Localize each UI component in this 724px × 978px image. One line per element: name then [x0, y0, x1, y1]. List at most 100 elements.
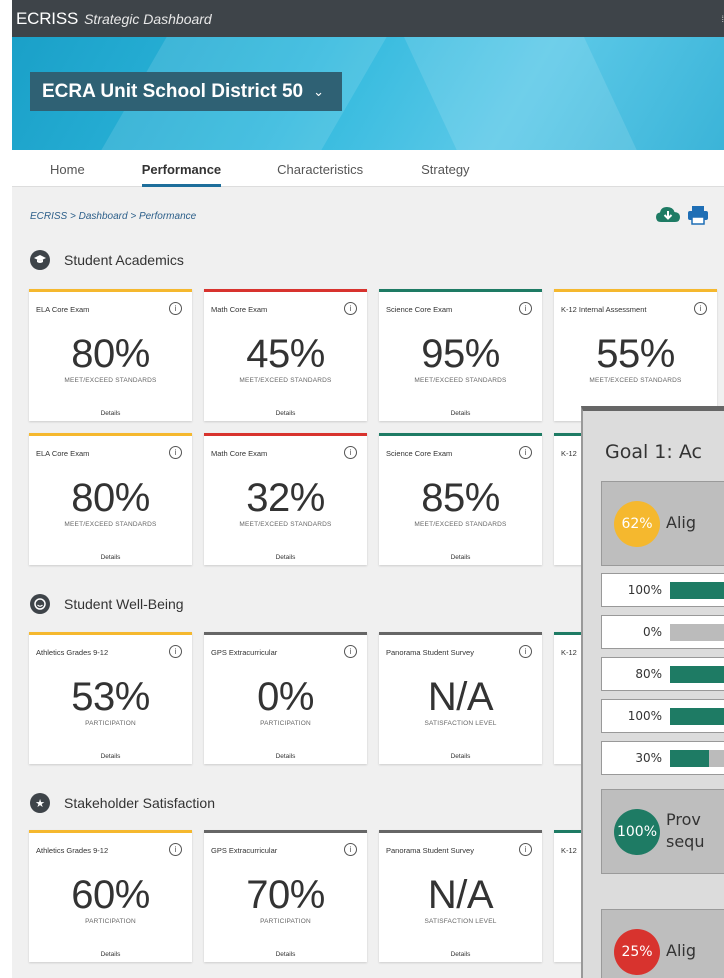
details-link[interactable]: Details [204, 410, 367, 417]
details-link[interactable]: Details [29, 753, 192, 760]
card-title: K-12 [561, 449, 577, 458]
section-title: Student Well-Being [64, 596, 184, 612]
tab-home[interactable]: Home [50, 162, 85, 186]
goal-progress-row[interactable]: 30% [601, 741, 724, 775]
goal-overlay-panel: Goal 1: Ac 62% Alig 100% 0% 80% 100% 30% 100% Pr… [581, 406, 724, 978]
section-student-academics: Student Academics [30, 250, 184, 270]
details-link[interactable]: Details [379, 410, 542, 417]
info-icon[interactable]: i [169, 843, 182, 856]
metric-card[interactable]: Science Core Exam i 85% MEET/EXCEED STANDAR… [379, 433, 542, 565]
info-icon[interactable]: i [344, 843, 357, 856]
card-title: Panorama Student Survey [386, 846, 474, 855]
details-link[interactable]: Details [379, 554, 542, 561]
card-metric-label: MEET/EXCEED STANDARDS [239, 377, 332, 384]
goal-percent-badge: 25% [614, 929, 660, 975]
card-value: 60% [71, 873, 150, 917]
district-selector[interactable]: ECRA Unit School District 50 ⌄ [30, 72, 342, 111]
info-icon[interactable]: i [344, 645, 357, 658]
card-title: K-12 Internal Assessment [561, 305, 647, 314]
details-link[interactable]: Details [204, 554, 367, 561]
progress-label: 100% [627, 583, 662, 597]
details-link[interactable]: Details [29, 554, 192, 561]
progress-bar-fill [670, 582, 724, 599]
metric-card[interactable]: Athletics Grades 9-12 i 53% PARTICIPATION De… [29, 632, 192, 764]
goal-title: Goal 1: Ac [605, 441, 702, 463]
metric-card[interactable]: Panorama Student Survey i N/A SATISFACTION … [379, 830, 542, 962]
goal-block[interactable]: 62% Alig [601, 481, 724, 566]
goal-block[interactable]: 25% Alig [601, 909, 724, 978]
info-icon[interactable]: i [344, 446, 357, 459]
details-link[interactable]: Details [204, 951, 367, 958]
details-link[interactable]: Details [204, 753, 367, 760]
info-icon[interactable]: i [519, 446, 532, 459]
metric-card[interactable]: ELA Core Exam i 80% MEET/EXCEED STANDARDS De… [29, 433, 192, 565]
card-metric-label: PARTICIPATION [85, 720, 136, 727]
goal-progress-row[interactable]: 100% [601, 573, 724, 607]
tab-characteristics[interactable]: Characteristics [277, 162, 363, 186]
progress-label: 30% [635, 751, 662, 765]
card-value: N/A [427, 873, 494, 917]
goal-percent-badge: 100% [614, 809, 660, 855]
card-title: K-12 [561, 648, 577, 657]
details-link[interactable]: Details [379, 753, 542, 760]
goal-progress-row[interactable]: 80% [601, 657, 724, 691]
tab-performance[interactable]: Performance [141, 162, 222, 187]
card-title: Athletics Grades 9-12 [36, 648, 109, 657]
toolbar [655, 205, 709, 225]
app-name: ECRISS [16, 8, 79, 28]
printer-icon[interactable] [687, 205, 709, 225]
goal-block-text: Prov [666, 810, 701, 829]
goal-progress-row[interactable]: 0% [601, 615, 724, 649]
progress-bar [670, 624, 724, 641]
card-title: ELA Core Exam [36, 305, 90, 314]
info-icon[interactable]: i [169, 446, 182, 459]
metric-card[interactable]: Athletics Grades 9-12 i 60% PARTICIPATION De… [29, 830, 192, 962]
info-icon[interactable]: i [344, 302, 357, 315]
goal-block-text: Alig [666, 513, 696, 532]
details-link[interactable]: Details [29, 951, 192, 958]
district-label: ECRA Unit School District 50 [42, 80, 304, 102]
card-title: Math Core Exam [211, 305, 268, 314]
progress-bar [670, 666, 724, 683]
card-metric-label: MEET/EXCEED STANDARDS [64, 377, 157, 384]
goal-progress-row[interactable]: 100% [601, 699, 724, 733]
metric-card[interactable]: Math Core Exam i 45% MEET/EXCEED STANDARDS D… [204, 289, 367, 421]
card-value: 70% [246, 873, 325, 917]
card-title: ELA Core Exam [36, 449, 90, 458]
page: ECRISS Strategic Dashboard ⁞ ECRA Unit S… [0, 0, 724, 978]
progress-bar [670, 750, 724, 767]
progress-bar-fill [670, 708, 724, 725]
info-icon[interactable]: i [519, 645, 532, 658]
district-banner: ECRA Unit School District 50 ⌄ [12, 37, 724, 150]
cloud-download-icon[interactable] [655, 205, 681, 225]
details-link[interactable]: Details [379, 951, 542, 958]
progress-bar [670, 708, 724, 725]
metric-card[interactable]: Panorama Student Survey i N/A SATISFACTION … [379, 632, 542, 764]
card-value: 55% [596, 332, 675, 376]
card-title: Science Core Exam [386, 449, 453, 458]
info-icon[interactable]: i [169, 302, 182, 315]
star-icon: ★ [30, 793, 50, 813]
info-icon[interactable]: i [169, 645, 182, 658]
card-metric-label: MEET/EXCEED STANDARDS [64, 521, 157, 528]
info-icon[interactable]: i [519, 843, 532, 856]
goal-block[interactable]: 100% Prov sequ [601, 789, 724, 874]
card-value: 32% [246, 476, 325, 520]
metric-card[interactable]: K-12 Internal Assessment i 55% MEET/EXCEED … [554, 289, 717, 421]
metric-card[interactable]: GPS Extracurricular i 70% PARTICIPATION Deta… [204, 830, 367, 962]
progress-label: 0% [642, 625, 662, 639]
card-metric-label: SATISFACTION LEVEL [424, 918, 497, 925]
metric-card[interactable]: Science Core Exam i 95% MEET/EXCEED STANDAR… [379, 289, 542, 421]
tab-strategy[interactable]: Strategy [421, 162, 469, 186]
metric-card[interactable]: ELA Core Exam i 80% MEET/EXCEED STANDARDS De… [29, 289, 192, 421]
card-value: 85% [421, 476, 500, 520]
info-icon[interactable]: i [694, 302, 707, 315]
metric-card[interactable]: GPS Extracurricular i 0% PARTICIPATION Detai… [204, 632, 367, 764]
metric-card[interactable]: Math Core Exam i 32% MEET/EXCEED STANDARDS D… [204, 433, 367, 565]
app-subtitle: Strategic Dashboard [84, 10, 212, 27]
breadcrumb[interactable]: ECRISS > Dashboard > Performance [30, 211, 196, 222]
progress-label: 100% [627, 709, 662, 723]
card-value: N/A [427, 675, 494, 719]
details-link[interactable]: Details [29, 410, 192, 417]
info-icon[interactable]: i [519, 302, 532, 315]
